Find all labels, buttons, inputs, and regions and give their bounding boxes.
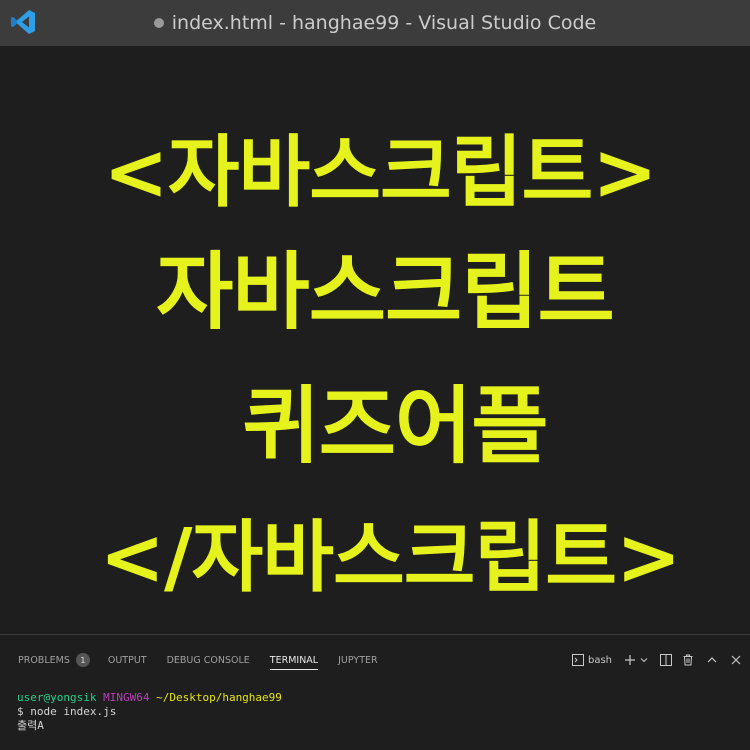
tab-output[interactable]: OUTPUT: [108, 635, 147, 685]
kill-terminal-button[interactable]: [682, 650, 694, 670]
chevron-down-icon: [640, 658, 648, 663]
prompt-path: ~/Desktop/hanghae99: [156, 691, 282, 704]
banner-line-4: </자바스크립트>: [99, 513, 682, 603]
terminal-shell-selector[interactable]: bash: [571, 650, 612, 670]
tab-terminal[interactable]: TERMINAL: [269, 635, 319, 685]
tab-jupyter-label: JUPYTER: [338, 654, 378, 666]
tab-debug-console-label: DEBUG CONSOLE: [166, 654, 250, 666]
tab-problems[interactable]: PROBLEMS 1: [18, 635, 90, 685]
terminal-output-line: 출력A: [17, 719, 44, 732]
plus-icon: [625, 655, 635, 665]
terminal-prompt-line: user@yongsik MINGW64 ~/Desktop/hanghae99: [17, 691, 737, 705]
trash-icon: [683, 654, 693, 666]
tab-problems-label: PROBLEMS: [18, 654, 70, 666]
vscode-logo-icon: [11, 10, 35, 34]
close-icon: [731, 655, 741, 665]
new-terminal-button[interactable]: [624, 650, 636, 670]
tab-debug-console[interactable]: DEBUG CONSOLE: [167, 635, 250, 685]
split-terminal-button[interactable]: [660, 650, 672, 670]
unsaved-dot-icon: [153, 18, 164, 28]
banner-line-2: 자바스크립트: [156, 243, 615, 341]
panel-actions: bash: [566, 635, 750, 685]
chevron-up-icon: [707, 657, 717, 663]
problems-count-badge: 1: [75, 653, 90, 667]
terminal-output[interactable]: user@yongsik MINGW64 ~/Desktop/hanghae99…: [17, 691, 737, 733]
window-title-wrap: index.html - hanghae99 - Visual Studio C…: [153, 12, 597, 34]
terminal-icon: [571, 654, 584, 666]
terminal-command-line: $ node index.js: [17, 705, 117, 718]
tab-output-label: OUTPUT: [107, 654, 147, 666]
close-panel-button[interactable]: [730, 650, 742, 670]
banner-line-1: <자바스크립트>: [103, 128, 657, 218]
title-bar: index.html - hanghae99 - Visual Studio C…: [0, 0, 750, 46]
window-title: index.html - hanghae99 - Visual Studio C…: [171, 12, 597, 34]
tab-jupyter[interactable]: JUPYTER: [338, 635, 377, 685]
terminal-dropdown-button[interactable]: [640, 650, 648, 670]
banner-line-3: 퀴즈어플: [242, 377, 548, 475]
prompt-host: MINGW64: [103, 691, 150, 704]
bottom-panel: PROBLEMS 1 OUTPUT DEBUG CONSOLE TERMINAL…: [0, 634, 750, 750]
shell-label: bash: [587, 654, 612, 666]
tab-terminal-label: TERMINAL: [269, 654, 319, 666]
prompt-user: user@yongsik: [17, 691, 97, 704]
maximize-panel-button[interactable]: [706, 650, 718, 670]
editor-area[interactable]: <자바스크립트> 자바스크립트 퀴즈어플 </자바스크립트>: [0, 46, 750, 634]
split-icon: [660, 654, 672, 666]
